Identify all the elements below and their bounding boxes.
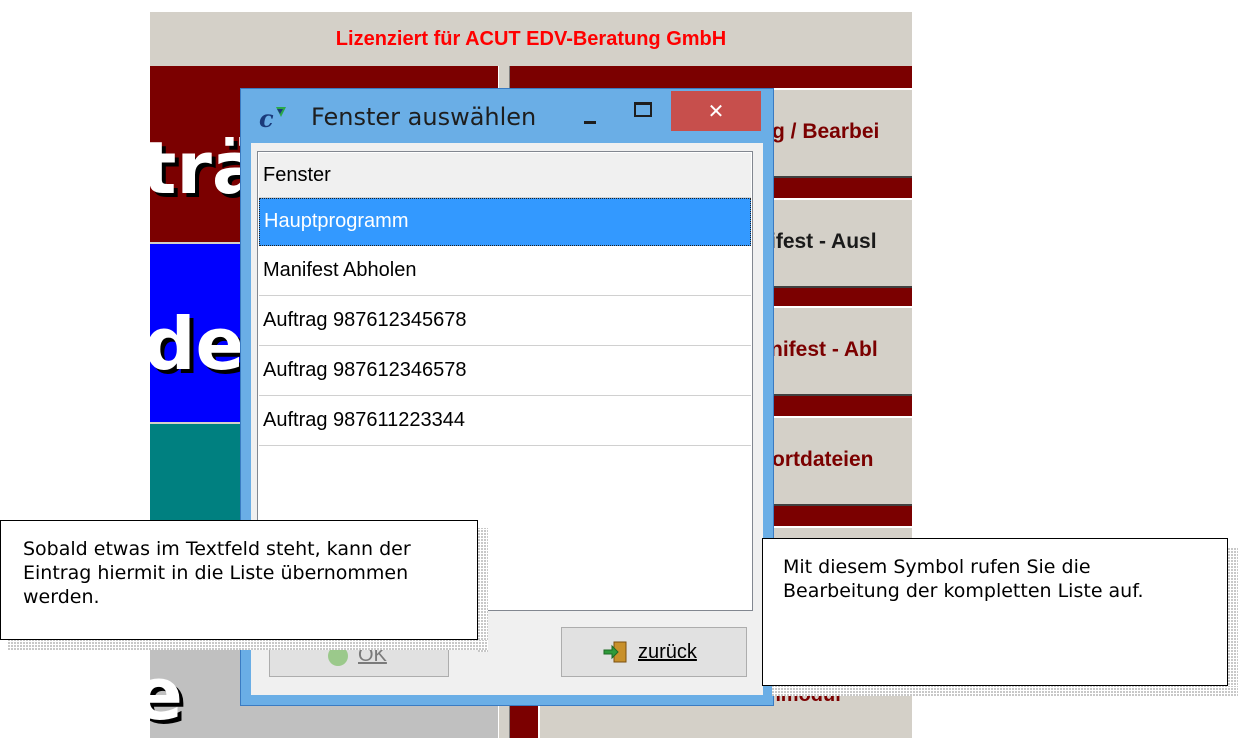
minimize-button[interactable]: [567, 91, 613, 135]
menu-button-label: ifest - Ausl: [770, 230, 877, 253]
maximize-button[interactable]: [619, 91, 665, 135]
close-icon: ✕: [707, 99, 725, 123]
list-row-auftrag-1[interactable]: Auftrag 987612345678: [259, 298, 751, 346]
tile-label: e: [150, 652, 183, 736]
tile-label: de: [150, 302, 245, 386]
list-row-hauptprogramm[interactable]: Hauptprogramm: [259, 198, 751, 246]
exit-door-icon: [603, 641, 627, 663]
back-button[interactable]: zurück: [561, 627, 747, 677]
callout-shadow: [8, 640, 488, 650]
list-row-manifest-abholen[interactable]: Manifest Abholen: [259, 248, 751, 296]
list-row-auftrag-3[interactable]: Auftrag 987611223344: [259, 398, 751, 446]
back-button-label: zurück: [638, 641, 697, 663]
dialog-title: Fenster auswählen: [311, 103, 537, 131]
app-icon: c: [259, 105, 286, 131]
callout-ok-hint: Sobald etwas im Textfeld steht, kann der…: [0, 520, 478, 640]
close-button[interactable]: ✕: [671, 91, 761, 131]
list-row-auftrag-2[interactable]: Auftrag 987612346578: [259, 348, 751, 396]
menu-button-label: nifest - Abl: [770, 338, 878, 361]
menu-button-label: ortdateien: [772, 448, 874, 471]
callout-shadow: [478, 528, 488, 652]
list-column-header[interactable]: Fenster: [259, 153, 751, 198]
svg-text:c: c: [259, 105, 274, 131]
callout-shadow: [1228, 548, 1238, 694]
callout-shadow: [772, 686, 1238, 696]
callout-list-edit-hint: Mit diesem Symbol rufen Sie die Bearbeit…: [762, 538, 1228, 686]
menu-button-label: g / Bearbei: [772, 120, 880, 143]
license-banner: Lizenziert für ACUT EDV-Beratung GmbH: [150, 12, 912, 66]
